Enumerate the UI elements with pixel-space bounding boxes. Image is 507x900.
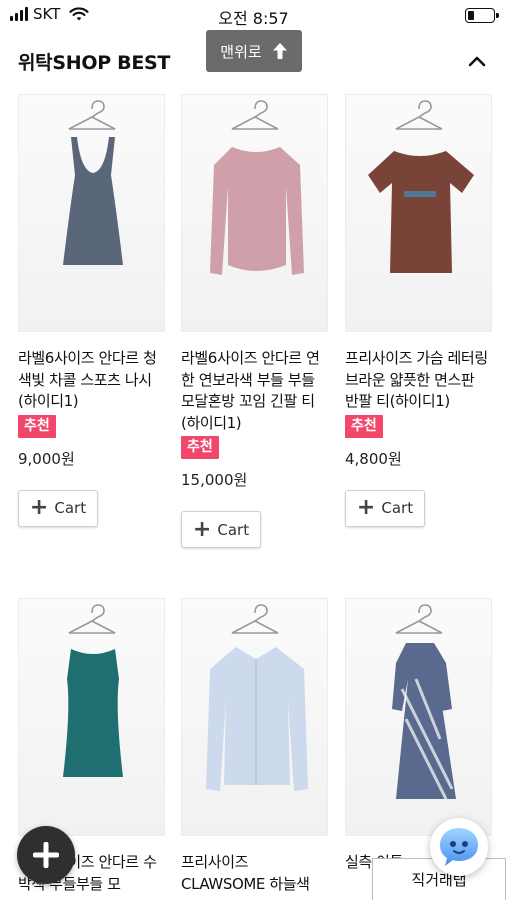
product-image[interactable] (18, 598, 165, 836)
add-to-cart-button[interactable]: + Cart (345, 489, 425, 527)
product-name[interactable]: 라벨6사이즈 안다르 연한 연보라색 부들 부들 모달혼방 꼬임 긴팔 티(하이… (181, 348, 328, 434)
product-image[interactable] (345, 94, 492, 332)
scroll-top-button[interactable]: 맨위로 (206, 30, 302, 72)
cart-label: Cart (54, 499, 87, 517)
arrow-up-icon (272, 43, 287, 59)
cart-label: Cart (217, 520, 250, 539)
add-to-cart-button[interactable]: + Cart (18, 489, 98, 527)
status-bar: SKT 오전 8:57 (0, 0, 507, 30)
add-to-cart-button[interactable]: + Cart (181, 511, 261, 548)
product-name[interactable]: 프리사이즈 CLAWSOME 하늘색 (181, 852, 328, 895)
recommend-badge: 추천 (18, 414, 56, 438)
recommend-badge: 추천 (345, 414, 383, 438)
product-card[interactable]: 프리사이즈 가슴 레터링 브라운 얇픗한 면스판 반팔 티(하이디1) 추천 4,8… (345, 94, 492, 527)
status-time: 오전 8:57 (218, 9, 289, 28)
product-image[interactable] (181, 94, 328, 332)
product-price: 15,000원 (181, 471, 248, 489)
chatbot-icon (440, 828, 478, 866)
scroll-top-label: 맨위로 (220, 42, 262, 61)
plus-icon: + (192, 516, 212, 542)
chevron-up-icon (468, 56, 486, 67)
cart-label: Cart (381, 499, 414, 517)
chatbot-button[interactable] (430, 818, 488, 876)
product-image[interactable] (181, 598, 328, 836)
section-title: 위탁SHOP BEST (18, 52, 171, 74)
plus-icon (33, 842, 59, 868)
battery-icon (465, 8, 499, 23)
product-card[interactable]: 라벨6사이즈 안다르 연한 연보라색 부들 부들 모달혼방 꼬임 긴팔 티(하이… (181, 94, 328, 548)
product-price: 4,800원 (345, 449, 402, 468)
product-price: 9,000원 (18, 449, 75, 468)
add-fab-button[interactable] (17, 826, 75, 884)
recommend-badge: 추천 (181, 436, 219, 459)
product-image[interactable] (345, 598, 492, 836)
product-name[interactable]: 라벨6사이즈 안다르 청색빛 차콜 스포츠 나시(하이디1) (18, 348, 165, 413)
product-name[interactable]: 프리사이즈 가슴 레터링 브라운 얇픗한 면스판 반팔 티(하이디1) (345, 348, 492, 413)
product-card[interactable]: 프리사이즈 CLAWSOME 하늘색 (181, 598, 328, 895)
collapse-button[interactable] (465, 50, 489, 72)
battery-level (468, 11, 474, 20)
plus-icon: + (356, 495, 376, 520)
plus-icon: + (29, 495, 49, 520)
product-card[interactable]: 라벨6사이즈 안다르 청색빛 차콜 스포츠 나시(하이디1) 추천 9,000원 + C… (18, 94, 165, 527)
product-image[interactable] (18, 94, 165, 332)
